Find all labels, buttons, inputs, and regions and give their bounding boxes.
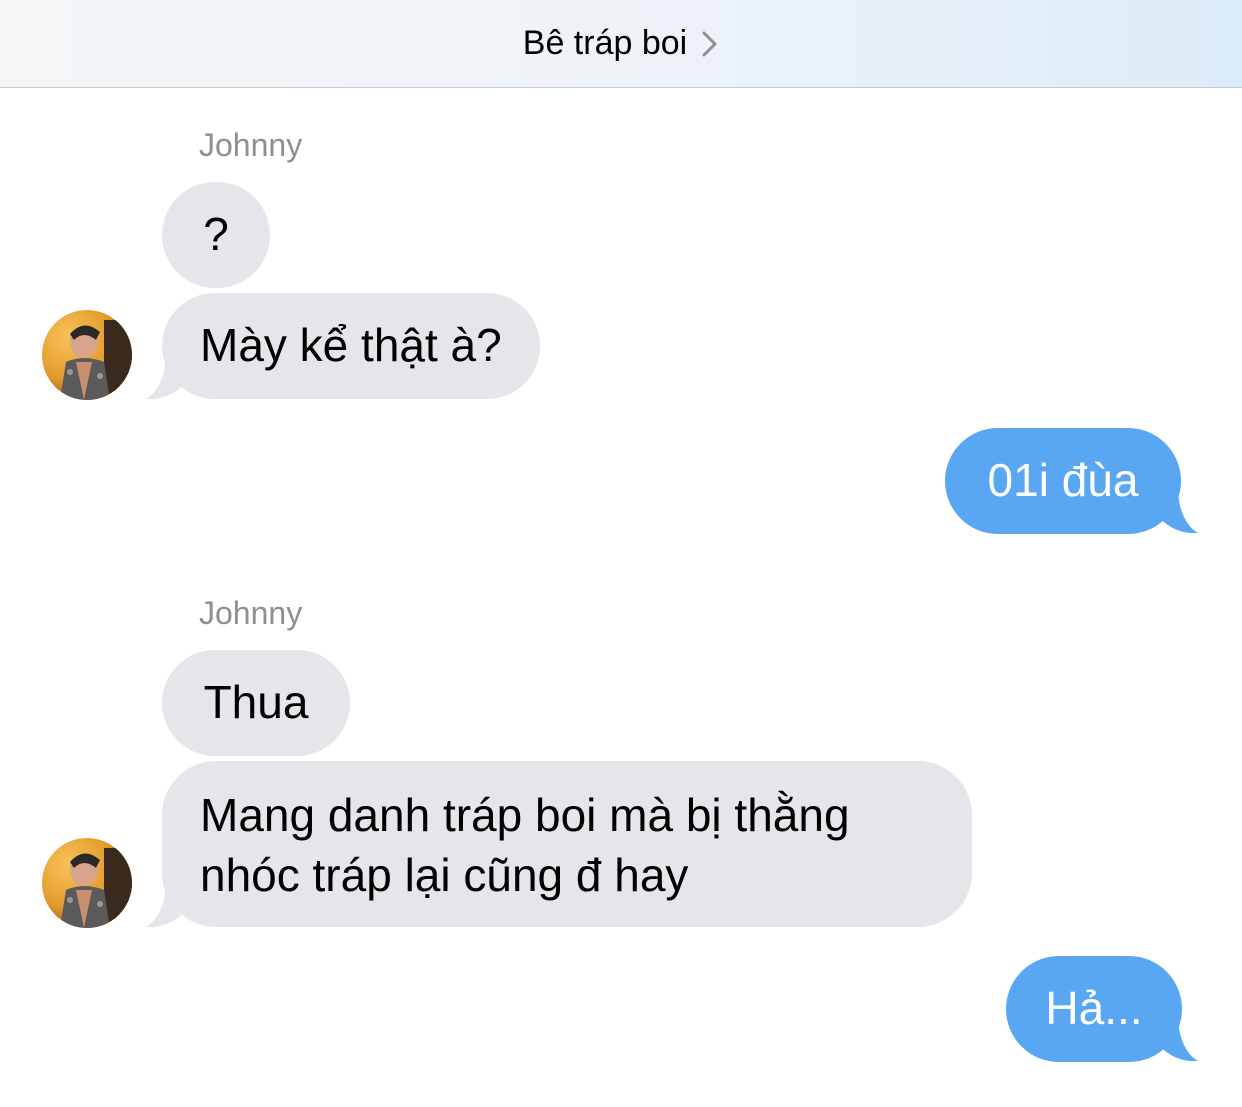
contact-avatar[interactable] bbox=[42, 838, 132, 928]
message-text: Thua bbox=[203, 676, 309, 728]
message-text: 01i đùa bbox=[987, 454, 1139, 506]
message-bubble-incoming[interactable]: Mày kể thật à? bbox=[162, 293, 540, 399]
message-bubble-outgoing[interactable]: 01i đùa bbox=[945, 428, 1181, 534]
contact-name: Bê tráp boi bbox=[522, 24, 688, 62]
message-text: ? bbox=[203, 208, 229, 260]
message-text-line: Mang danh tráp boi mà bị thằng bbox=[200, 789, 850, 841]
message-bubble-incoming[interactable]: ? bbox=[162, 182, 270, 288]
avatar-image bbox=[42, 838, 132, 928]
message-bubble-incoming[interactable]: Thua bbox=[162, 650, 350, 756]
contact-name-button[interactable]: Bê tráp boi bbox=[523, 24, 719, 63]
sender-name: Johnny bbox=[199, 595, 303, 631]
message-bubble-outgoing[interactable]: Hả... bbox=[1006, 956, 1182, 1062]
avatar-image bbox=[42, 310, 132, 400]
conversation-header: Bê tráp boi bbox=[0, 0, 1242, 88]
message-bubble-incoming[interactable]: Mang danh tráp boi mà bị thằng nhóc tráp… bbox=[162, 761, 972, 927]
contact-avatar[interactable] bbox=[42, 310, 132, 400]
chevron-right-icon bbox=[702, 31, 717, 56]
message-text: Mày kể thật à? bbox=[200, 319, 502, 371]
message-text: Hả... bbox=[1045, 982, 1143, 1034]
sender-name: Johnny bbox=[199, 127, 303, 163]
message-text-line: nhóc tráp lại cũng đ hay bbox=[200, 849, 689, 901]
